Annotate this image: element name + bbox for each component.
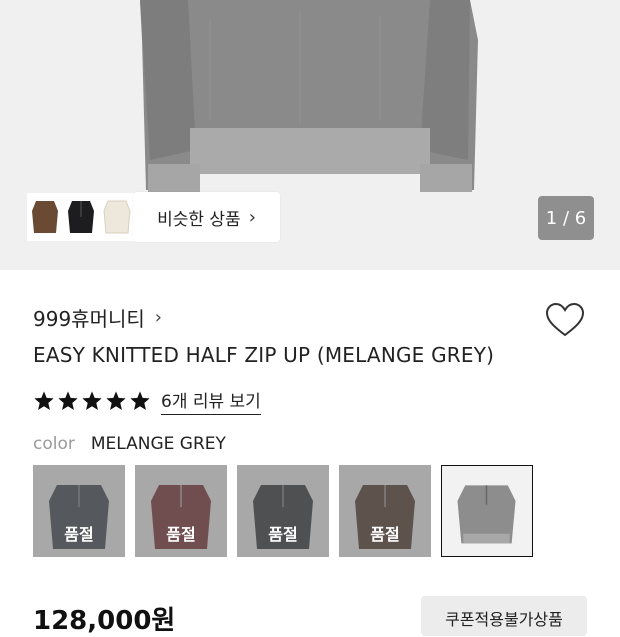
image-counter: 1 / 6 [538,196,594,240]
thumbnail-brown[interactable] [27,193,63,241]
similar-products-label: 비슷한 상품 [157,209,241,230]
chevron-right-icon: › [248,206,256,228]
rating-row: 6개 리뷰 보기 [33,387,261,415]
coupon-unavailable-button[interactable]: 쿠폰적용불가상품 [421,596,587,636]
similar-products-button[interactable]: 비슷한 상품 › [133,192,280,242]
star-icon [34,391,54,410]
thumbnail-black[interactable] [63,193,99,241]
color-swatch-selected[interactable] [441,465,533,557]
color-value: MELANGE GREY [90,434,226,454]
sold-out-label: 품절 [166,525,196,544]
star-icon [130,391,150,410]
price: 128,000원 [33,606,176,636]
color-label: color [33,434,75,454]
brand-name: 999휴머니티 [33,307,145,331]
thumbnail-cream[interactable] [99,193,135,241]
product-image-carousel[interactable]: 비슷한 상품 › 1 / 6 [0,0,620,270]
color-swatch[interactable]: 품절 [237,465,329,557]
color-swatch-list: 품절 품절 품절 품절 [33,465,533,557]
sold-out-label: 품절 [64,525,94,544]
product-name: EASY KNITTED HALF ZIP UP (MELANGE GREY) [33,343,495,367]
sold-out-label: 품절 [370,525,400,544]
color-swatch[interactable]: 품절 [33,465,125,557]
review-link[interactable]: 6개 리뷰 보기 [161,387,261,415]
brand-link[interactable]: 999휴머니티 › [33,303,162,332]
star-icon [106,391,126,410]
thumbnail-strip [27,193,135,241]
coupon-unavailable-label: 쿠폰적용불가상품 [445,610,563,629]
star-rating [33,390,151,412]
heart-icon[interactable] [544,300,586,342]
sold-out-label: 품절 [268,525,298,544]
star-icon [82,391,102,410]
color-row: color MELANGE GREY [33,434,226,454]
star-icon [58,391,78,410]
color-swatch[interactable]: 품절 [135,465,227,557]
color-swatch[interactable]: 품절 [339,465,431,557]
swatch-image [442,466,531,555]
chevron-right-icon: › [154,307,162,328]
